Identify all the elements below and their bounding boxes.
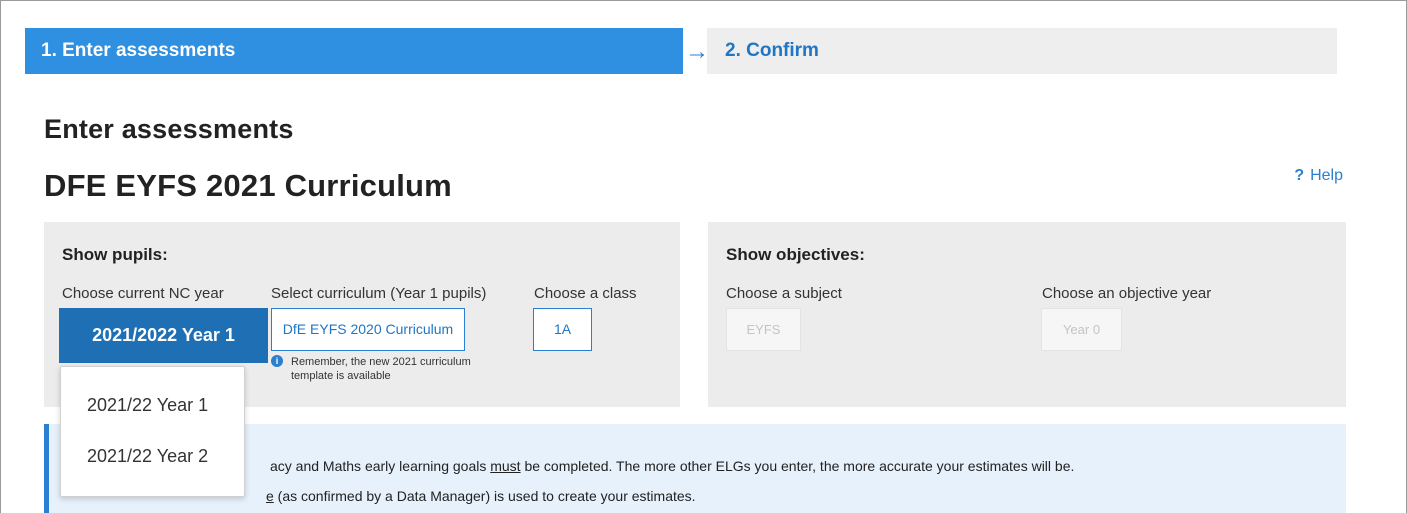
- question-icon: ?: [1294, 167, 1305, 184]
- help-label: Help: [1310, 167, 1343, 184]
- subject-select[interactable]: EYFS: [726, 308, 801, 351]
- info-line-2: e (as confirmed by a Data Manager) is us…: [266, 488, 696, 504]
- step-enter-assessments[interactable]: 1. Enter assessments: [25, 28, 683, 74]
- class-select[interactable]: 1A: [533, 308, 592, 351]
- subject-label: Choose a subject: [726, 285, 842, 302]
- step-confirm[interactable]: 2. Confirm: [707, 28, 1337, 74]
- info-line-2-link[interactable]: e: [266, 488, 274, 504]
- progress-steps: 1. Enter assessments → 2. Confirm: [25, 28, 1337, 74]
- curriculum-note-line1: Remember, the new 2021 curriculum: [291, 356, 471, 368]
- show-objectives-title: Show objectives:: [726, 245, 865, 264]
- info-must-emphasis: must: [490, 458, 521, 474]
- class-label: Choose a class: [534, 285, 637, 302]
- show-pupils-title: Show pupils:: [62, 245, 168, 264]
- info-icon: i: [271, 355, 283, 367]
- show-objectives-panel: Show objectives: Choose a subject Choose…: [708, 222, 1346, 407]
- info-line-1-end: be completed. The more other ELGs you en…: [520, 458, 1075, 474]
- page-frame: 1. Enter assessments → 2. Confirm Enter …: [0, 0, 1407, 513]
- info-line-1: acy and Maths early learning goals must …: [270, 458, 1074, 474]
- info-line-2-end: (as confirmed by a Data Manager) is used…: [273, 488, 696, 504]
- arrow-right-icon: →: [685, 38, 709, 65]
- info-line-1-start: acy and Maths early learning goals: [270, 458, 491, 474]
- help-link[interactable]: ? Help: [1294, 167, 1343, 185]
- nc-year-dropdown: 2021/22 Year 1 2021/22 Year 2: [60, 366, 245, 497]
- dropdown-option-year-2[interactable]: 2021/22 Year 2: [87, 446, 208, 467]
- dropdown-option-year-1[interactable]: 2021/22 Year 1: [87, 395, 208, 416]
- curriculum-select[interactable]: DfE EYFS 2020 Curriculum: [271, 308, 465, 351]
- objective-year-label: Choose an objective year: [1042, 285, 1212, 302]
- objective-year-select[interactable]: Year 0: [1041, 308, 1122, 351]
- page-title: Enter assessments: [44, 114, 294, 144]
- curriculum-label: Select curriculum (Year 1 pupils): [271, 285, 487, 302]
- curriculum-title: DFE EYFS 2021 Curriculum: [44, 168, 452, 203]
- nc-year-select[interactable]: 2021/2022 Year 1: [59, 308, 268, 363]
- curriculum-note-line2: template is available: [291, 370, 391, 382]
- nc-year-label: Choose current NC year: [62, 285, 224, 302]
- curriculum-note-text: Remember, the new 2021 curriculum templa…: [291, 355, 531, 383]
